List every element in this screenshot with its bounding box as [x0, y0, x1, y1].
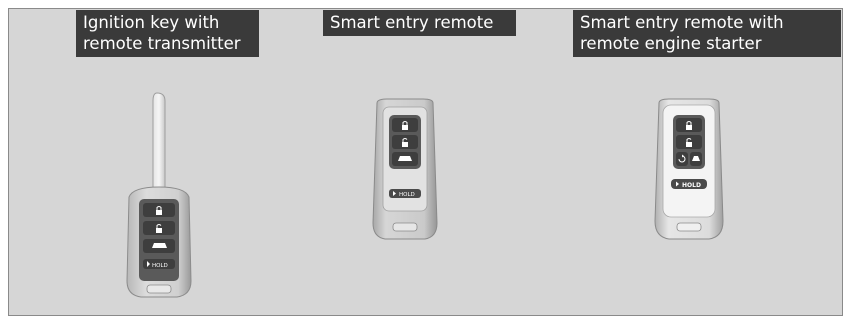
caption-smart-entry-remote-starter: Smart entry remote with remote engine st…: [573, 10, 841, 57]
hold-label: HOLD: [152, 263, 168, 269]
illustration-panel: Ignition key with remote transmitter Sma…: [8, 8, 843, 316]
trunk-icon: [152, 243, 167, 248]
hold-label: HOLD: [682, 182, 701, 189]
trunk-icon: [398, 156, 412, 161]
smart-entry-remote-illustration: HOLD: [372, 98, 438, 240]
caption-ignition-key: Ignition key with remote transmitter: [76, 10, 259, 57]
caption-smart-entry-remote: Smart entry remote: [323, 10, 516, 36]
remote-start-button[interactable]: [676, 152, 688, 166]
ignition-key-illustration: HOLD: [126, 92, 192, 298]
hold-label: HOLD: [399, 192, 415, 198]
smart-entry-remote-starter-illustration: HOLD: [654, 98, 724, 240]
